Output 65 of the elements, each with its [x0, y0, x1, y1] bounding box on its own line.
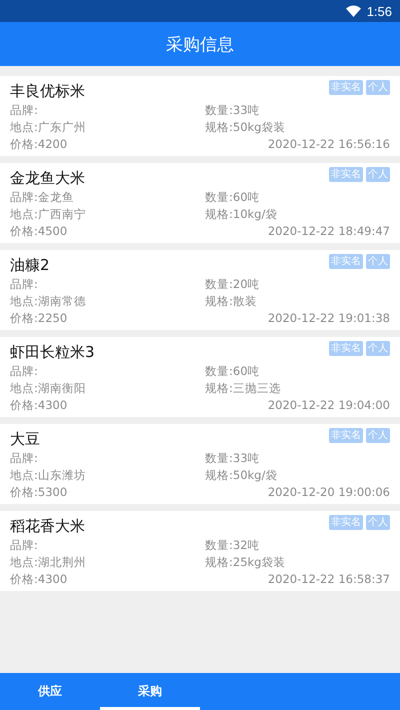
listing-title: 油糠2	[10, 255, 50, 276]
wifi-icon	[346, 5, 361, 17]
quantity-text: 数量:60吨	[205, 189, 261, 206]
tag-label: 个人	[366, 80, 390, 95]
date-text: 2020-12-22 18:49:47	[266, 223, 390, 240]
listing-card[interactable]: 油糠2 非实名 个人 品牌: 数量:20吨 地点:湖南常德 规格:散装 价格:2250 2020-12-22 19:01:38	[0, 250, 400, 330]
brand-text: 品牌:	[10, 363, 39, 380]
date-text: 2020-12-20 19:00:06	[266, 484, 390, 501]
quantity-text: 数量:60吨	[205, 363, 261, 380]
spec-text: 规格:25kg袋装	[205, 554, 286, 571]
brand-text: 品牌:金龙鱼	[10, 189, 75, 206]
listing-card[interactable]: 稻花香大米 非实名 个人 品牌: 数量:32吨 地点:湖北荆州 规格:25kg袋装 价格:4300 2020-12-22 16:58:37	[0, 511, 400, 591]
location-text: 地点:湖南衡阳	[10, 380, 87, 397]
quantity-text: 数量:33吨	[205, 102, 261, 119]
brand-text: 品牌:	[10, 276, 39, 293]
quantity-text: 数量:20吨	[205, 276, 261, 293]
listing-title: 金龙鱼大米	[10, 168, 85, 189]
price-text: 价格:2250	[10, 310, 68, 327]
page-title: 采购信息	[166, 34, 234, 56]
tag-label: 非实名	[329, 341, 363, 356]
tag-label: 个人	[366, 167, 390, 182]
brand-text: 品牌:	[10, 450, 39, 467]
listing-card[interactable]: 虾田长粒米3 非实名 个人 品牌: 数量:60吨 地点:湖南衡阳 规格:三抛三选 价格:4300 2020-12-22 19:04:00	[0, 337, 400, 417]
tag-label: 个人	[366, 515, 390, 530]
location-text: 地点:广东广州	[10, 119, 87, 136]
spec-text: 规格:50kg袋装	[205, 119, 286, 136]
spec-text: 规格:三抛三选	[205, 380, 282, 397]
spec-text: 规格:散装	[205, 293, 258, 310]
listing-card[interactable]: 丰良优标米 非实名 个人 品牌: 数量:33吨 地点:广东广州 规格:50kg袋装 价格:4200 2020-12-22 16:56:16	[0, 76, 400, 156]
listing-card[interactable]: 大豆 非实名 个人 品牌: 数量:33吨 地点:山东潍坊 规格:50kg/袋 价格:5300 2020-12-20 19:00:06	[0, 424, 400, 504]
tag-label: 非实名	[329, 167, 363, 182]
date-text: 2020-12-22 16:56:16	[266, 136, 390, 153]
date-text: 2020-12-22 16:58:37	[266, 571, 390, 588]
date-text: 2020-12-22 19:04:00	[266, 397, 390, 414]
spec-text: 规格:10kg/袋	[205, 206, 278, 223]
brand-text: 品牌:	[10, 102, 39, 119]
location-text: 地点:广西南宁	[10, 206, 87, 223]
quantity-text: 数量:32吨	[205, 537, 261, 554]
spec-text: 规格:50kg/袋	[205, 467, 278, 484]
listing-title: 虾田长粒米3	[10, 342, 95, 363]
date-text: 2020-12-22 19:01:38	[266, 310, 390, 327]
price-text: 价格:4300	[10, 397, 68, 414]
tag-label: 个人	[366, 254, 390, 269]
price-text: 价格:5300	[10, 484, 68, 501]
brand-text: 品牌:	[10, 537, 39, 554]
tag-label: 个人	[366, 428, 390, 443]
location-text: 地点:湖北荆州	[10, 554, 87, 571]
location-text: 地点:湖南常德	[10, 293, 87, 310]
tag-label: 非实名	[329, 254, 363, 269]
listing-card[interactable]: 金龙鱼大米 非实名 个人 品牌:金龙鱼 数量:60吨 地点:广西南宁 规格:10kg/袋 价格:4500 2020-12-22 18:49:47	[0, 163, 400, 243]
listing-title: 大豆	[10, 429, 40, 450]
price-text: 价格:4300	[10, 571, 68, 588]
listing-title: 稻花香大米	[10, 516, 85, 537]
listing-title: 丰良优标米	[10, 81, 85, 102]
price-text: 价格:4200	[10, 136, 68, 153]
quantity-text: 数量:33吨	[205, 450, 261, 467]
status-time: 1:56	[366, 4, 392, 18]
nav-tab[interactable]: 供应	[0, 673, 100, 710]
location-text: 地点:山东潍坊	[10, 467, 87, 484]
nav-tab[interactable]: 采购	[100, 673, 200, 710]
tag-label: 非实名	[329, 80, 363, 95]
tag-label: 非实名	[329, 428, 363, 443]
tag-label: 个人	[366, 341, 390, 356]
price-text: 价格:4500	[10, 223, 68, 240]
tag-label: 非实名	[329, 515, 363, 530]
